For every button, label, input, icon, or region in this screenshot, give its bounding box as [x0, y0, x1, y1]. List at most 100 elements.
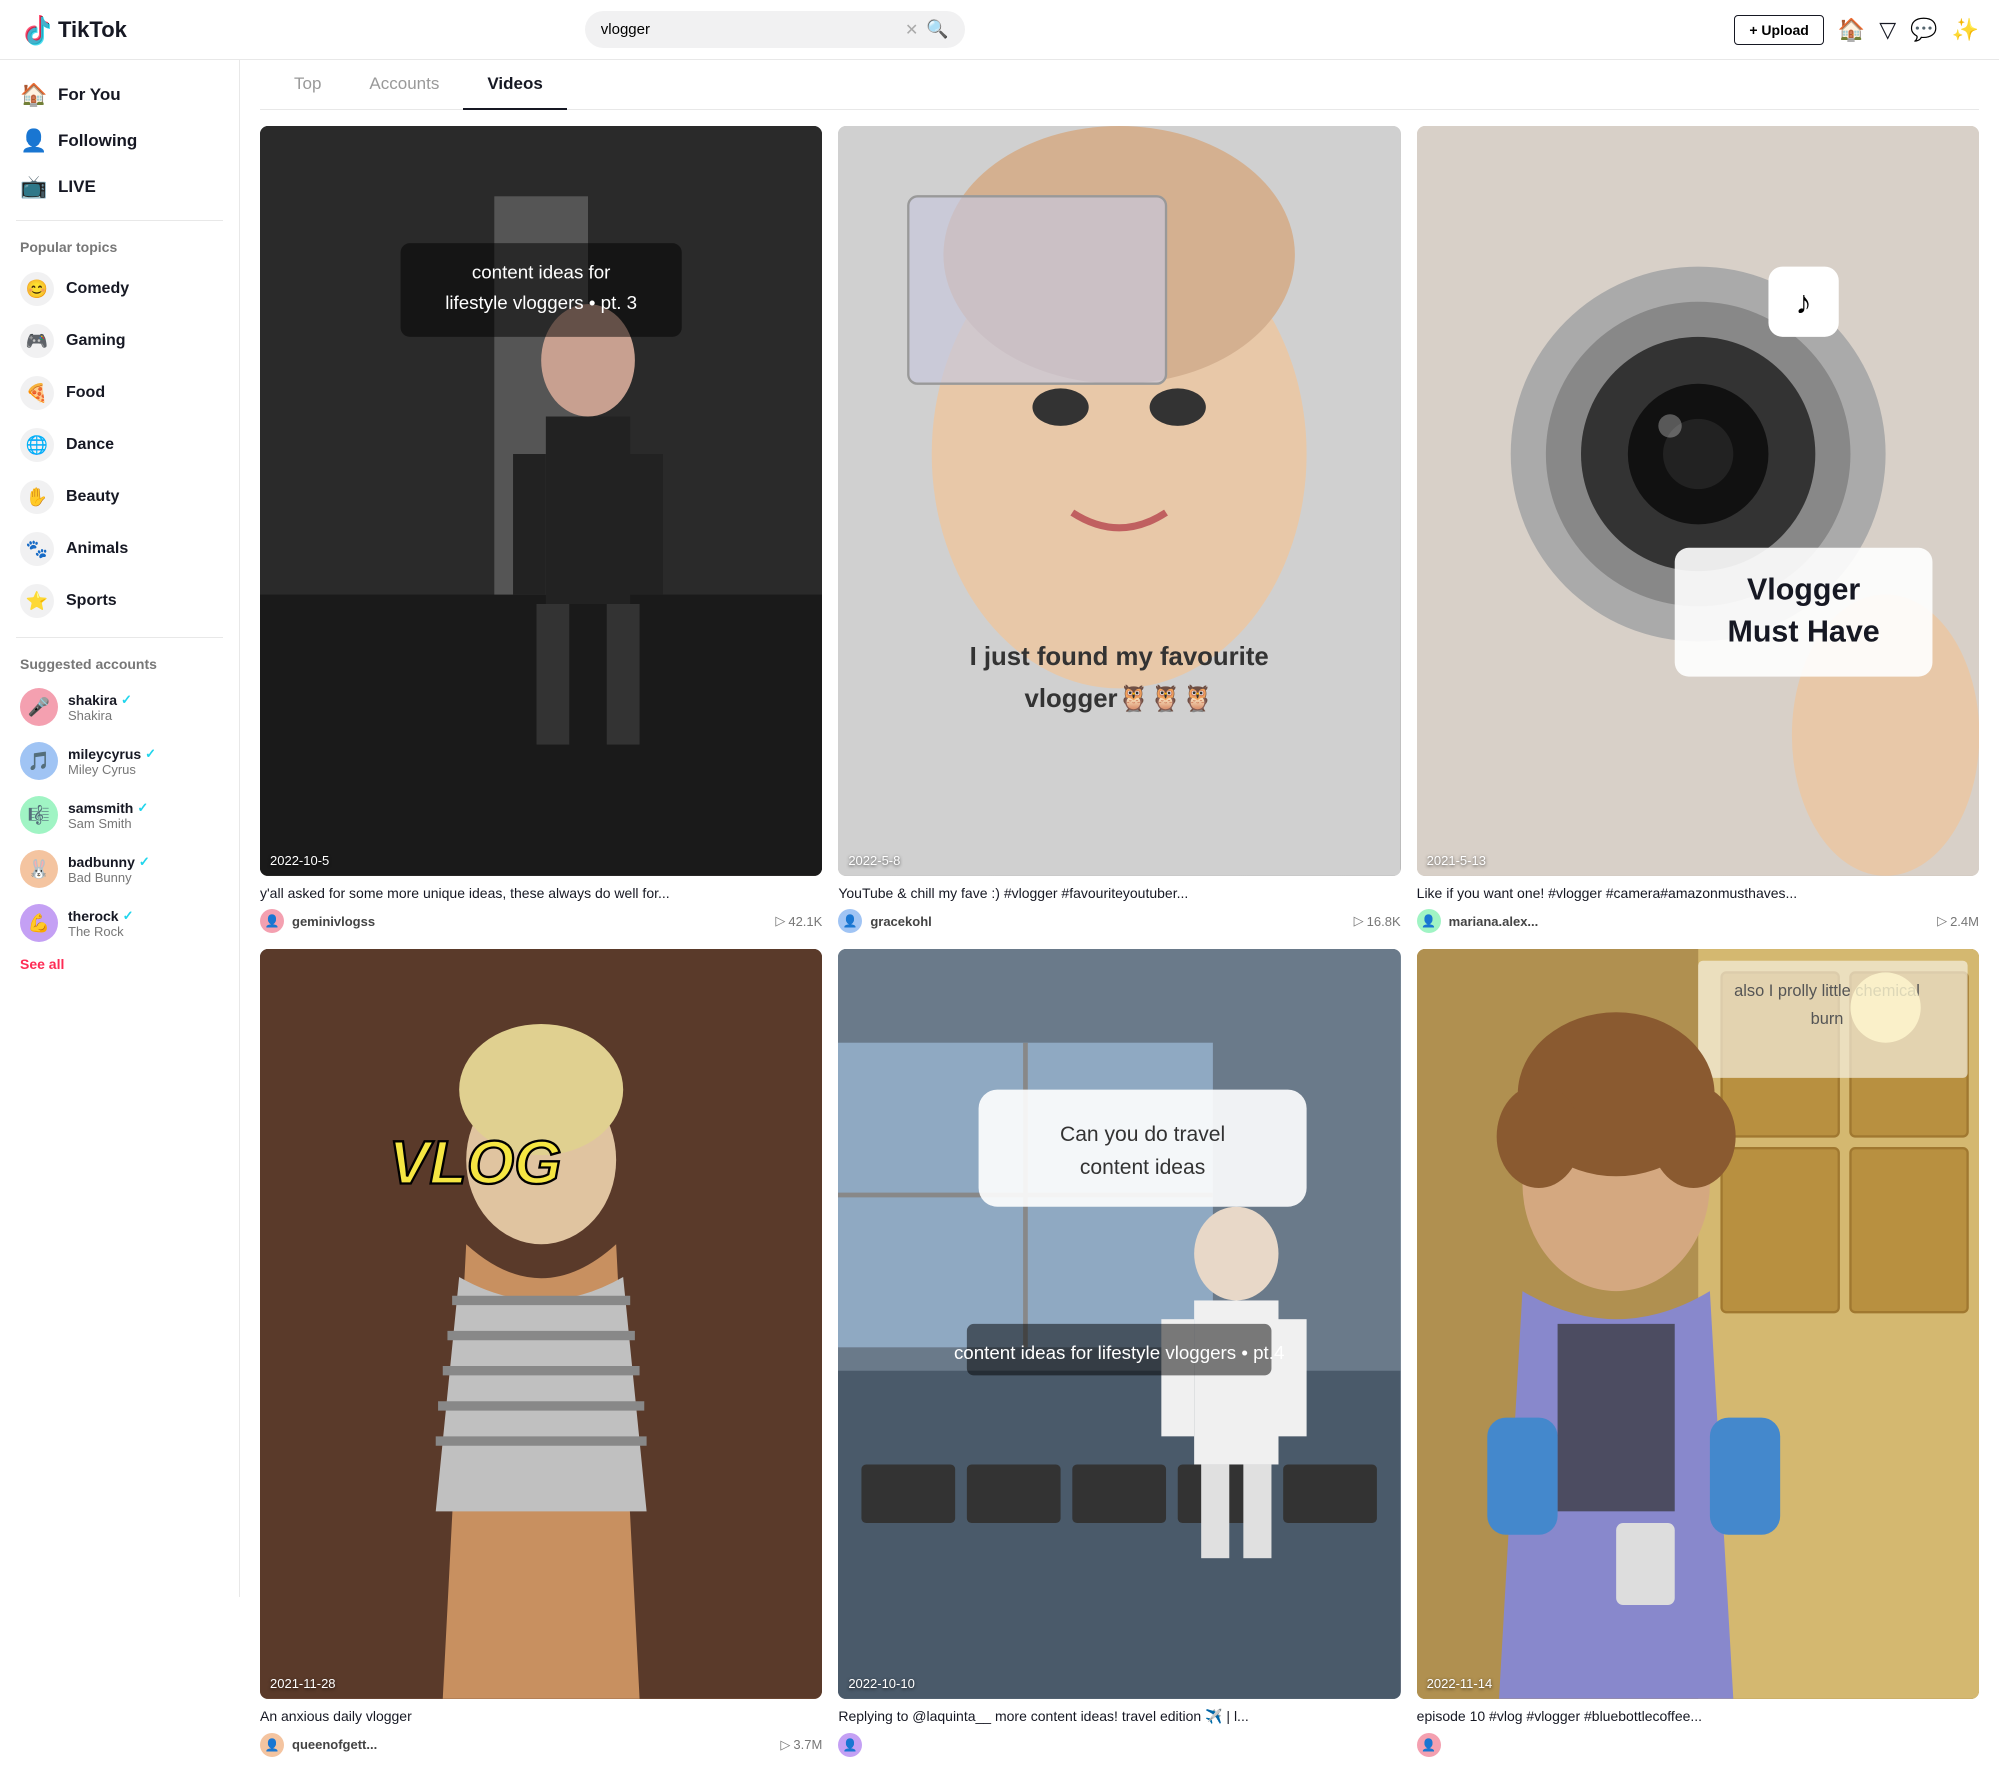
- clear-search-icon[interactable]: ✕: [905, 20, 918, 40]
- display-badbunny: Bad Bunny: [68, 870, 150, 885]
- see-all-button[interactable]: See all: [0, 950, 84, 978]
- svg-text:Can you do travel: Can you do travel: [1060, 1123, 1225, 1146]
- video-meta-1: 👤 geminivlogss ▷ 42.1K: [260, 909, 822, 933]
- sports-icon: ⭐: [20, 584, 54, 618]
- video-thumb-3: ♪ Vlogger Must Have 2021-5-13: [1417, 126, 1979, 876]
- avatar-therock: 💪: [20, 904, 58, 942]
- verified-icon-shakira: ✓: [121, 692, 132, 708]
- suggested-account-mileycyrus[interactable]: 🎵 mileycyrus ✓ Miley Cyrus: [0, 734, 239, 788]
- video-desc-6: episode 10 #vlog #vlogger #bluebottlecof…: [1417, 1707, 1979, 1727]
- video-avatar-2: 👤: [838, 909, 862, 933]
- profile-icon[interactable]: 🏠: [1838, 17, 1865, 43]
- topic-label-dance: Dance: [66, 436, 114, 454]
- video-meta-6: 👤: [1417, 1733, 1979, 1757]
- video-avatar-1: 👤: [260, 909, 284, 933]
- svg-text:burn: burn: [1810, 1010, 1843, 1028]
- filter-icon[interactable]: ▽: [1879, 17, 1896, 43]
- video-meta-4: 👤 queenofgett... ▷ 3.7M: [260, 1733, 822, 1757]
- home-icon: 🏠: [20, 82, 46, 108]
- video-plays-3: ▷ 2.4M: [1937, 913, 1979, 929]
- account-info-badbunny: badbunny ✓ Bad Bunny: [68, 854, 150, 885]
- live-icon: 📺: [20, 174, 46, 200]
- video-card-6[interactable]: also I prolly little chemical burn: [1417, 949, 1979, 1756]
- sidebar-divider-2: [16, 637, 223, 638]
- sidebar-item-for-you[interactable]: 🏠 For You: [0, 72, 239, 118]
- topic-sports[interactable]: ⭐ Sports: [0, 575, 239, 627]
- search-bar: ✕ 🔍: [585, 11, 965, 48]
- video-avatar-3: 👤: [1417, 909, 1441, 933]
- topic-label-animals: Animals: [66, 540, 128, 558]
- topic-label-beauty: Beauty: [66, 488, 119, 506]
- topic-gaming[interactable]: 🎮 Gaming: [0, 315, 239, 367]
- logo-text: TikTok: [58, 17, 127, 43]
- avatar-badbunny: 🐰: [20, 850, 58, 888]
- video-thumb-6: also I prolly little chemical burn: [1417, 949, 1979, 1699]
- suggested-account-therock[interactable]: 💪 therock ✓ The Rock: [0, 896, 239, 950]
- username-therock: therock ✓: [68, 908, 133, 924]
- video-card-2[interactable]: I just found my favourite vlogger🦉🦉🦉 202…: [838, 126, 1400, 933]
- suggested-account-samsmith[interactable]: 🎼 samsmith ✓ Sam Smith: [0, 788, 239, 842]
- video-grid: content ideas for lifestyle vloggers • p…: [260, 126, 1979, 1787]
- sidebar-divider-1: [16, 220, 223, 221]
- topic-beauty[interactable]: ✋ Beauty: [0, 471, 239, 523]
- svg-text:I just found my favourite: I just found my favourite: [970, 643, 1269, 671]
- topic-label-sports: Sports: [66, 592, 117, 610]
- username-mileycyrus: mileycyrus ✓: [68, 746, 156, 762]
- topic-animals[interactable]: 🐾 Animals: [0, 523, 239, 575]
- tab-accounts[interactable]: Accounts: [345, 60, 463, 110]
- suggested-account-badbunny[interactable]: 🐰 badbunny ✓ Bad Bunny: [0, 842, 239, 896]
- topic-comedy[interactable]: 😊 Comedy: [0, 263, 239, 315]
- search-input[interactable]: [601, 21, 897, 38]
- video-plays-2: ▷ 16.8K: [1354, 913, 1401, 929]
- video-desc-5: Replying to @laquinta__ more content ide…: [838, 1707, 1400, 1727]
- username-shakira: shakira ✓: [68, 692, 132, 708]
- video-desc-4: An anxious daily vlogger: [260, 1707, 822, 1727]
- video-date-1: 2022-10-5: [270, 853, 329, 868]
- logo[interactable]: TikTok: [20, 14, 200, 46]
- video-thumb-1: content ideas for lifestyle vloggers • p…: [260, 126, 822, 876]
- video-thumb-5: Can you do travel content ideas content …: [838, 949, 1400, 1699]
- sparkle-icon[interactable]: ✨: [1952, 17, 1979, 43]
- svg-text:Vlogger: Vlogger: [1747, 572, 1860, 606]
- topic-dance[interactable]: 🌐 Dance: [0, 419, 239, 471]
- video-card-4[interactable]: VLOG 2021-11-28 An anxious daily vlogger…: [260, 949, 822, 1756]
- search-button[interactable]: 🔍: [926, 19, 948, 40]
- popular-topics-title: Popular topics: [0, 231, 239, 263]
- svg-text:content ideas: content ideas: [1080, 1156, 1205, 1179]
- sidebar-item-following[interactable]: 👤 Following: [0, 118, 239, 164]
- tiktok-logo-icon: [20, 14, 52, 46]
- dance-icon: 🌐: [20, 428, 54, 462]
- verified-icon-samsmith: ✓: [137, 800, 148, 816]
- username-samsmith: samsmith ✓: [68, 800, 148, 816]
- video-meta-5: 👤: [838, 1733, 1400, 1757]
- sidebar-label-for-you: For You: [58, 85, 121, 105]
- display-samsmith: Sam Smith: [68, 816, 148, 831]
- display-mileycyrus: Miley Cyrus: [68, 762, 156, 777]
- video-date-5: 2022-10-10: [848, 1676, 915, 1691]
- verified-icon-therock: ✓: [123, 908, 134, 924]
- tab-top[interactable]: Top: [270, 60, 345, 110]
- verified-icon-badbunny: ✓: [139, 854, 150, 870]
- video-plays-4: ▷ 3.7M: [780, 1737, 822, 1753]
- video-username-4: queenofgett...: [292, 1737, 377, 1752]
- topic-food[interactable]: 🍕 Food: [0, 367, 239, 419]
- verified-icon-mileycyrus: ✓: [145, 746, 156, 762]
- svg-text:Must Have: Must Have: [1727, 614, 1879, 648]
- upload-button[interactable]: + Upload: [1734, 15, 1824, 45]
- sidebar-item-live[interactable]: 📺 LIVE: [0, 164, 239, 210]
- comedy-icon: 😊: [20, 272, 54, 306]
- sidebar: 🏠 For You 👤 Following 📺 LIVE Popular top…: [0, 60, 240, 1597]
- video-username-2: gracekohl: [870, 914, 931, 929]
- video-meta-3: 👤 mariana.alex... ▷ 2.4M: [1417, 909, 1979, 933]
- main-content: Top Accounts Videos: [240, 60, 1999, 1787]
- video-card-5[interactable]: Can you do travel content ideas content …: [838, 949, 1400, 1756]
- video-plays-1: ▷ 42.1K: [775, 913, 822, 929]
- sidebar-label-following: Following: [58, 131, 137, 151]
- video-card-3[interactable]: ♪ Vlogger Must Have 2021-5-13 Like if yo…: [1417, 126, 1979, 933]
- video-desc-3: Like if you want one! #vlogger #camera#a…: [1417, 884, 1979, 904]
- suggested-account-shakira[interactable]: 🎤 shakira ✓ Shakira: [0, 680, 239, 734]
- video-avatar-6: 👤: [1417, 1733, 1441, 1757]
- video-card-1[interactable]: content ideas for lifestyle vloggers • p…: [260, 126, 822, 933]
- tab-videos[interactable]: Videos: [463, 60, 566, 110]
- messages-icon[interactable]: 💬: [1910, 17, 1937, 43]
